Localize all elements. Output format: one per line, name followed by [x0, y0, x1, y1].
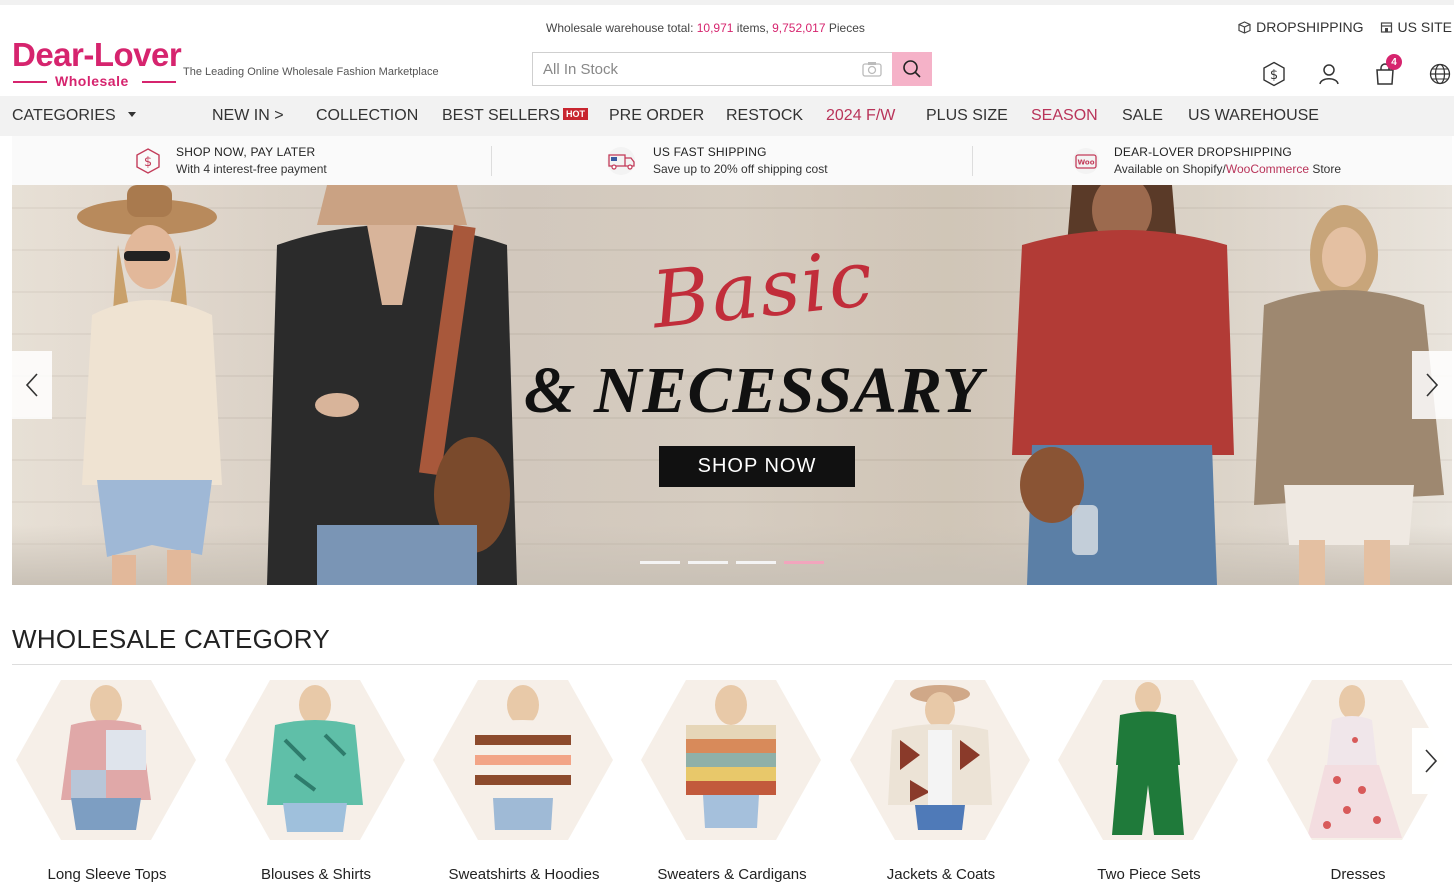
- category-card[interactable]: Long Sleeve Tops: [16, 680, 198, 883]
- category-card[interactable]: Two Piece Sets: [1058, 680, 1240, 883]
- category-label: Blouses & Shirts: [260, 866, 372, 883]
- carousel-dot[interactable]: [736, 561, 776, 564]
- category-next-button[interactable]: [1412, 728, 1450, 794]
- category-image: [641, 680, 821, 840]
- nav-categories[interactable]: CATEGORIES: [12, 107, 136, 125]
- chevron-right-icon: [1426, 373, 1439, 397]
- hot-badge: HOT: [562, 108, 588, 120]
- warehouse-items-count: 10,971: [696, 21, 734, 35]
- user-icon[interactable]: [1315, 60, 1343, 88]
- carousel-dot[interactable]: [640, 561, 680, 564]
- category-card[interactable]: Sweatshirts & Hoodies: [433, 680, 615, 883]
- tagline: The Leading Online Wholesale Fashion Mar…: [183, 66, 439, 78]
- globe-icon[interactable]: [1426, 60, 1454, 88]
- search-icon: [903, 60, 921, 78]
- nav-season[interactable]: SEASON: [1031, 107, 1098, 125]
- dropshipping-link[interactable]: DROPSHIPPING: [1238, 19, 1364, 35]
- us-site-link[interactable]: US SITE: [1380, 19, 1452, 35]
- perk-title: SHOP NOW, PAY LATER: [176, 145, 316, 159]
- nav-new-in[interactable]: NEW IN >: [212, 107, 284, 125]
- category-label: Sweatshirts & Hoodies: [448, 866, 600, 883]
- warehouse-total: Wholesale warehouse total: 10,971 items,…: [546, 21, 865, 35]
- category-label: Sweaters & Cardigans: [657, 866, 807, 883]
- nav-best-sellers[interactable]: BEST SELLERS HOT: [442, 107, 588, 125]
- carousel-dots: [640, 561, 824, 564]
- model-black-top: [267, 185, 517, 585]
- main-nav: CATEGORIES NEW IN > COLLECTION BEST SELL…: [0, 96, 1454, 136]
- category-image: [225, 680, 405, 840]
- section-divider: [12, 664, 1452, 665]
- banner-headline: & NECESSARY: [524, 354, 984, 427]
- shop-now-button[interactable]: SHOP NOW: [659, 446, 855, 487]
- perk-us-shipping[interactable]: US FAST SHIPPING Save up to 20% off ship…: [605, 136, 828, 185]
- perk-title: DEAR-LOVER DROPSHIPPING: [1114, 145, 1292, 159]
- search-input[interactable]: [533, 53, 852, 85]
- category-image: [16, 680, 196, 840]
- search-bar: [532, 52, 932, 86]
- logo-sub-text: Wholesale: [55, 73, 129, 89]
- banner-next-button[interactable]: [1412, 351, 1452, 419]
- top-strip: [0, 0, 1454, 5]
- box-icon: [1238, 20, 1251, 34]
- nav-2024-fw[interactable]: 2024 F/W: [826, 107, 895, 125]
- chevron-down-icon: [127, 112, 136, 117]
- model-cream-top: [77, 185, 222, 585]
- category-image: [433, 680, 613, 840]
- site-logo[interactable]: Dear-Lover Wholesale: [12, 36, 182, 90]
- nav-us-warehouse[interactable]: US WAREHOUSE: [1188, 107, 1319, 125]
- category-image: [1058, 680, 1238, 840]
- carousel-dot-active[interactable]: [784, 561, 824, 564]
- chevron-left-icon: [25, 373, 38, 397]
- category-image: [850, 680, 1030, 840]
- svg-text:$: $: [1270, 68, 1278, 83]
- cart-icon[interactable]: 4: [1371, 54, 1402, 88]
- nav-collection[interactable]: COLLECTION: [316, 107, 418, 125]
- model-red-top: [1012, 185, 1234, 585]
- logo-main-text: Dear-Lover: [12, 36, 182, 73]
- nav-sale[interactable]: SALE: [1122, 107, 1163, 125]
- category-card[interactable]: Blouses & Shirts: [225, 680, 407, 883]
- header-icons: $ 4: [1260, 54, 1454, 88]
- category-card[interactable]: Jackets & Coats: [850, 680, 1032, 883]
- banner-prev-button[interactable]: [12, 351, 52, 419]
- nav-restock[interactable]: RESTOCK: [726, 107, 803, 125]
- woo-icon: Woo: [1073, 147, 1099, 174]
- truck-icon: [607, 146, 635, 175]
- perk-subtitle: Available on Shopify/WooCommerce Store: [1114, 162, 1342, 176]
- perks-bar: $ SHOP NOW, PAY LATER With 4 interest-fr…: [12, 136, 1452, 185]
- cart-count-badge: 4: [1386, 54, 1402, 70]
- search-button[interactable]: [892, 52, 932, 86]
- perk-title: US FAST SHIPPING: [653, 145, 767, 159]
- section-title: WHOLESALE CATEGORY: [12, 624, 330, 654]
- category-label: Jackets & Coats: [886, 866, 996, 883]
- logo-sub: Wholesale: [12, 73, 182, 89]
- perk-subtitle: Save up to 20% off shipping cost: [653, 162, 828, 176]
- nav-plus-size[interactable]: PLUS SIZE: [926, 107, 1008, 125]
- category-card[interactable]: Sweaters & Cardigans: [641, 680, 823, 883]
- warehouse-pieces-count: 9,752,017: [772, 21, 826, 35]
- carousel-dot[interactable]: [688, 561, 728, 564]
- category-label: Long Sleeve Tops: [47, 866, 167, 883]
- perk-subtitle: With 4 interest-free payment: [176, 162, 327, 176]
- chevron-right-icon: [1425, 749, 1438, 773]
- perk-pay-later[interactable]: $ SHOP NOW, PAY LATER With 4 interest-fr…: [134, 136, 327, 185]
- store-icon: [1380, 21, 1392, 33]
- top-links: DROPSHIPPING US SITE: [1238, 19, 1452, 35]
- dollar-badge-icon: $: [136, 147, 160, 174]
- currency-icon[interactable]: $: [1260, 60, 1288, 88]
- hero-banner[interactable]: Basic & NECESSARY SHOP NOW: [12, 185, 1452, 585]
- category-label: Two Piece Sets: [1097, 866, 1201, 883]
- perk-dropshipping[interactable]: Woo DEAR-LOVER DROPSHIPPING Available on…: [1072, 136, 1341, 185]
- nav-pre-order[interactable]: PRE ORDER: [609, 107, 704, 125]
- camera-icon[interactable]: [852, 53, 892, 85]
- svg-text:$: $: [144, 155, 152, 170]
- category-label: Dresses: [1330, 866, 1386, 883]
- svg-text:Woo: Woo: [1077, 158, 1094, 166]
